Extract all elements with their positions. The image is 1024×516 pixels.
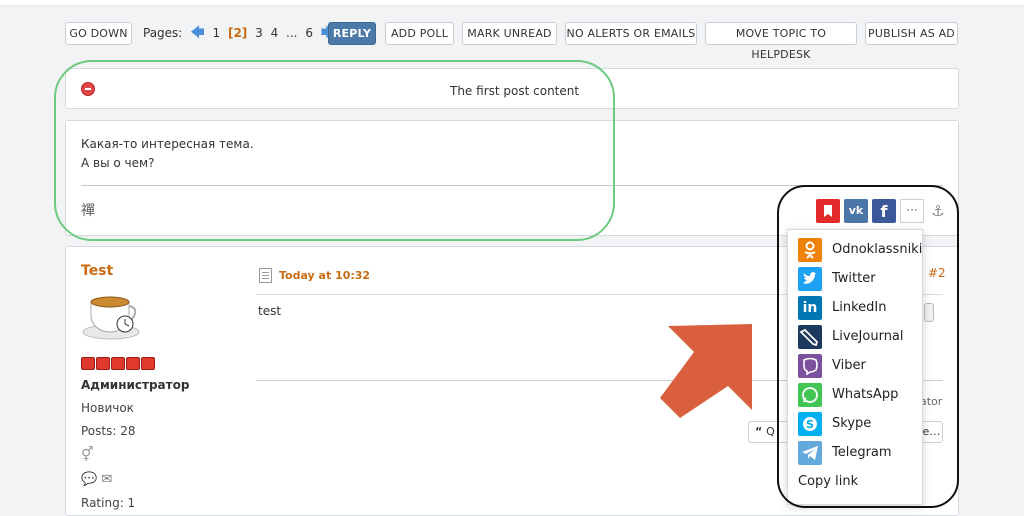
share-twitter[interactable]: Twitter	[798, 267, 922, 291]
move-topic-button[interactable]: MOVE TOPIC TO HELPDESK	[705, 22, 857, 61]
share-label: LiveJournal	[832, 329, 904, 344]
pointer-arrow-icon	[660, 324, 752, 418]
user-posts: Posts: 28	[81, 424, 136, 438]
telegram-icon	[798, 441, 822, 465]
page-link-1[interactable]: 1	[212, 22, 220, 45]
viber-icon	[798, 354, 822, 378]
share-livejournal[interactable]: LiveJournal	[798, 325, 922, 349]
post-date[interactable]: Today at 10:32	[279, 269, 370, 282]
moderator-text: ator	[920, 395, 943, 408]
page-link-4[interactable]: 4	[271, 22, 279, 45]
post-line-1: Какая-то интересная тема.	[81, 137, 254, 151]
odnoklassniki-icon	[798, 238, 822, 262]
share-label: Skype	[832, 416, 872, 431]
publish-ad-button[interactable]: PUBLISH AS AD	[865, 22, 958, 45]
avatar[interactable]	[81, 288, 147, 340]
facebook-icon[interactable]: f	[872, 199, 896, 223]
pages-label: Pages:	[143, 26, 183, 40]
user-role: Администратор	[81, 378, 190, 392]
signature: 禪	[81, 203, 95, 219]
skype-icon: S	[798, 412, 822, 436]
reply-button[interactable]: REPLY	[328, 22, 376, 45]
share-odnoklassniki[interactable]: Odnoklassniki	[798, 238, 922, 262]
top-strip	[0, 0, 1024, 6]
pm-icon[interactable]: 💬	[81, 472, 97, 487]
email-icon[interactable]: ✉	[101, 472, 112, 487]
rank-star-icon	[126, 357, 140, 370]
linkedin-icon: in	[798, 296, 822, 320]
svg-text:S: S	[806, 418, 814, 431]
anchor-icon[interactable]: ⚓	[926, 199, 950, 223]
quote-icon: “	[755, 425, 763, 438]
twitter-icon	[798, 267, 822, 291]
post-line-2: А вы о чем?	[81, 156, 155, 170]
post-author[interactable]: Test	[81, 263, 113, 279]
share-dropdown: Odnoklassniki Twitter in LinkedIn LiveJo…	[787, 229, 923, 505]
rank-star-icon	[111, 357, 125, 370]
share-whatsapp[interactable]: WhatsApp	[798, 383, 922, 407]
gender-icon: ⚥	[81, 447, 94, 463]
share-label: Telegram	[832, 445, 892, 460]
post-document-icon	[259, 268, 272, 283]
quote-label: Q	[766, 425, 775, 438]
share-telegram[interactable]: Telegram	[798, 441, 922, 465]
mark-unread-button[interactable]: MARK UNREAD	[462, 22, 557, 45]
rank-stars	[81, 357, 156, 371]
more-share-icon[interactable]: ···	[900, 199, 924, 223]
close-circle-icon[interactable]	[81, 82, 95, 96]
user-contact-icons: 💬 ✉	[81, 472, 112, 487]
page-link-6[interactable]: 6	[305, 22, 313, 45]
pagination: Pages: 🡄 1 [2] 3 4 ... 6 🡆	[143, 22, 339, 45]
whatsapp-icon	[798, 383, 822, 407]
bookmark-icon[interactable]	[816, 199, 840, 223]
copy-link-label: Copy link	[798, 474, 859, 489]
edit-button-fragment[interactable]	[924, 303, 934, 322]
first-post-header-title: The first post content	[450, 84, 580, 98]
vk-icon[interactable]: vk	[844, 199, 868, 223]
livejournal-icon	[798, 325, 822, 349]
rank-star-icon	[141, 357, 155, 370]
share-viber[interactable]: Viber	[798, 354, 922, 378]
prev-page-icon[interactable]: 🡄	[190, 22, 204, 45]
add-poll-button[interactable]: ADD POLL	[385, 22, 454, 45]
share-label: WhatsApp	[832, 387, 899, 402]
go-down-button[interactable]: GO DOWN	[65, 22, 132, 45]
rank-star-icon	[96, 357, 110, 370]
user-rank: Новичок	[81, 401, 134, 415]
share-label: Viber	[832, 358, 866, 373]
share-label: LinkedIn	[832, 300, 887, 315]
page-link-3[interactable]: 3	[255, 22, 263, 45]
user-rating: Rating: 1	[81, 496, 136, 510]
share-label: Twitter	[832, 271, 876, 286]
share-copy-link[interactable]: Copy link	[798, 470, 922, 494]
share-linkedin[interactable]: in LinkedIn	[798, 296, 922, 320]
page-ellipsis: ...	[286, 26, 298, 40]
post-number[interactable]: #2	[928, 266, 946, 280]
current-page: [2]	[227, 26, 248, 40]
signature-divider	[81, 185, 943, 186]
no-alerts-button[interactable]: NO ALERTS OR EMAILS	[565, 22, 697, 45]
share-skype[interactable]: S Skype	[798, 412, 922, 436]
quote-button[interactable]: “ Q	[748, 421, 792, 443]
share-label: Odnoklassniki	[832, 242, 923, 257]
rank-star-icon	[81, 357, 95, 370]
post-text: test	[258, 304, 282, 318]
